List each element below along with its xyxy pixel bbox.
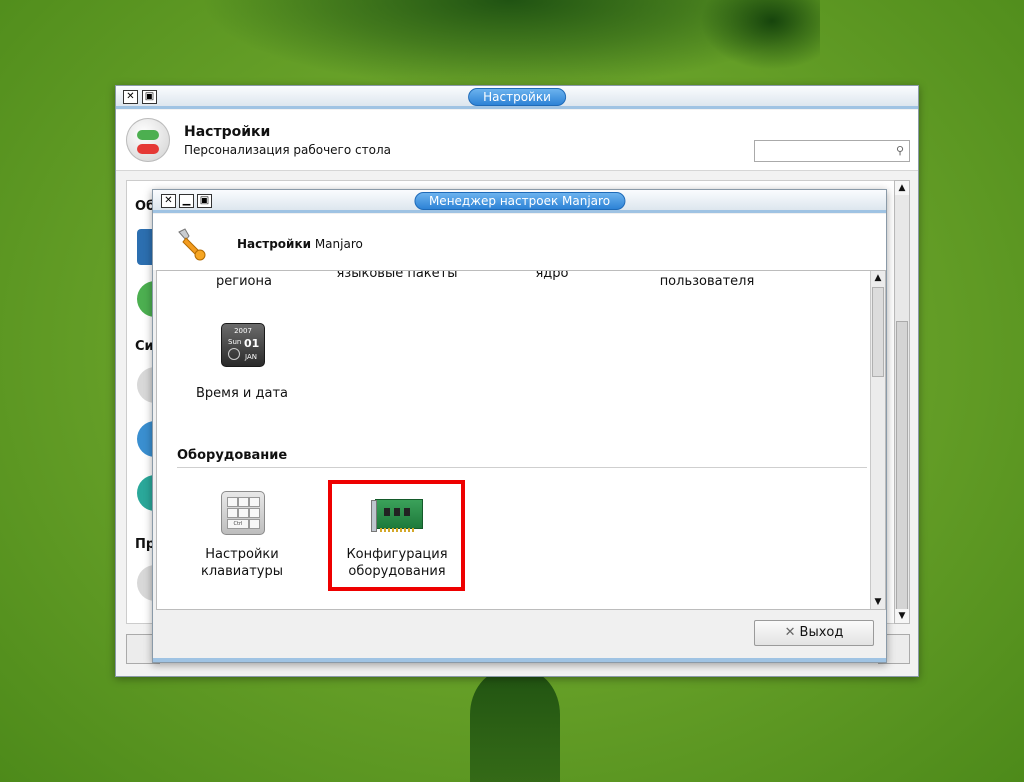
modules-scrollbar[interactable]: ▲ ▼ <box>870 271 885 609</box>
calendar-day: 01 <box>244 337 260 350</box>
window-bottom-stripe <box>153 658 886 662</box>
toggle-on-icon <box>137 130 159 140</box>
wallpaper-tree-trunk <box>470 670 560 782</box>
scroll-thumb[interactable] <box>896 321 908 611</box>
module-time-date[interactable]: Время и дата <box>167 385 317 402</box>
module-label: Настройки <box>205 547 279 562</box>
scroll-up-arrow-icon[interactable]: ▲ <box>895 181 909 195</box>
keyboard-icon[interactable]: Ctrl <box>221 491 265 535</box>
settings-titlebar[interactable]: ✕ ▣ Настройки <box>116 86 918 109</box>
wallpaper-tree-branch <box>700 0 820 70</box>
module-kernel-partial[interactable]: ядро <box>477 270 627 282</box>
module-label: клавиатуры <box>201 564 283 579</box>
header-subtitle: Персонализация рабочего стола <box>184 143 391 157</box>
calendar-weekday: Sun <box>228 338 242 346</box>
close-button[interactable]: ✕ <box>161 194 176 208</box>
calendar-month: JAN <box>245 353 257 361</box>
header-title-rest: Manjaro <box>311 237 363 251</box>
close-button[interactable]: ✕ <box>123 90 138 104</box>
key <box>227 508 238 518</box>
window-title: Настройки <box>468 88 566 106</box>
scroll-down-arrow-icon[interactable]: ▼ <box>895 609 909 623</box>
titlebar-stripe <box>116 106 918 109</box>
maximize-button[interactable]: ▣ <box>197 194 212 208</box>
module-label: ядро <box>535 270 569 281</box>
toggle-off-icon <box>137 144 159 154</box>
section-title-hardware: Оборудование <box>177 448 288 463</box>
manjaro-settings-manager-window: ✕ ▁ ▣ Менеджер настроек Manjaro Настройк… <box>152 189 887 663</box>
module-user-accounts-partial[interactable]: пользователя <box>632 273 782 290</box>
manager-titlebar[interactable]: ✕ ▁ ▣ Менеджер настроек Manjaro <box>153 190 886 213</box>
section-divider <box>177 467 867 468</box>
maximize-icon: ▣ <box>144 91 155 102</box>
titlebar-stripe <box>153 210 886 213</box>
key <box>249 508 260 518</box>
exit-label: Выход <box>799 625 844 640</box>
close-icon: ✕ <box>164 195 173 206</box>
wrench-icon <box>178 228 206 261</box>
close-icon: ✕ <box>126 91 135 102</box>
settings-header: Настройки Персонализация рабочего стола … <box>116 110 918 171</box>
minimize-icon: ▁ <box>182 195 191 206</box>
scroll-down-arrow-icon[interactable]: ▼ <box>871 595 885 609</box>
module-label: пользователя <box>659 274 755 289</box>
header-title-bold: Настройки <box>237 237 312 251</box>
scroll-thumb[interactable] <box>872 287 884 377</box>
calendar-icon[interactable]: 2007 Sun 01 JAN <box>221 323 265 367</box>
key <box>238 497 249 507</box>
exit-button[interactable]: ✕ Выход <box>754 620 874 646</box>
category-label-partial: Си <box>135 339 154 354</box>
maximize-icon: ▣ <box>199 195 210 206</box>
module-keyboard-settings[interactable]: Настройки клавиатуры <box>167 546 317 580</box>
key <box>249 497 260 507</box>
scroll-up-arrow-icon[interactable]: ▲ <box>871 271 885 285</box>
window-title: Менеджер настроек Manjaro <box>413 192 626 210</box>
ctrl-key: Ctrl <box>227 519 249 529</box>
clock-icon <box>228 348 240 360</box>
settings-modules-panel: региона языковые пакеты ядро пользовател… <box>156 270 886 610</box>
module-region-partial[interactable]: региона <box>169 273 319 290</box>
settings-scrollbar[interactable]: ▲ ▼ <box>894 180 910 624</box>
key <box>238 508 249 518</box>
header-title: Настройки <box>184 124 271 140</box>
module-label: языковые пакеты <box>336 270 458 281</box>
close-icon: ✕ <box>784 625 796 640</box>
module-label: Время и дата <box>195 386 288 401</box>
module-label: региона <box>216 274 272 289</box>
key <box>249 519 260 529</box>
key <box>227 497 238 507</box>
search-input[interactable]: ⚲ <box>754 140 910 162</box>
manager-header: Настройки Manjaro <box>153 214 886 270</box>
maximize-button[interactable]: ▣ <box>142 90 157 104</box>
module-language-packages-partial[interactable]: языковые пакеты <box>322 270 472 282</box>
highlight-box <box>328 480 465 591</box>
settings-app-icon <box>126 118 170 162</box>
header-title: Настройки Manjaro <box>237 237 363 251</box>
calendar-year: 2007 <box>234 327 252 335</box>
search-icon: ⚲ <box>895 144 904 157</box>
minimize-button[interactable]: ▁ <box>179 194 194 208</box>
